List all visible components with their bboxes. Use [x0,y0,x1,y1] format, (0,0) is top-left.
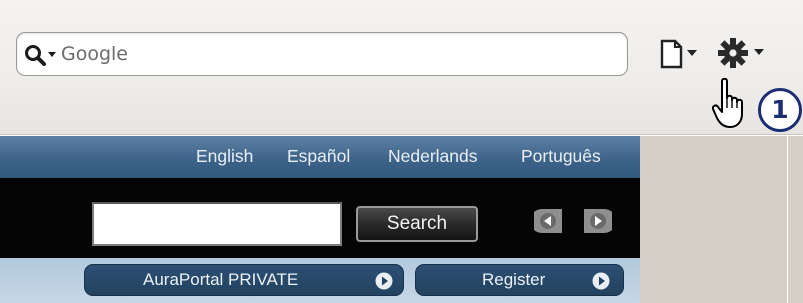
language-link-nederlands[interactable]: Nederlands [388,146,478,167]
register-button[interactable]: Register [415,264,624,296]
play-arrow-icon [375,272,393,290]
language-link-espanol[interactable]: Español [287,146,350,167]
magnifier-dropdown-icon[interactable] [23,43,59,67]
page-dropdown-icon[interactable] [658,37,706,71]
step-callout-badge: 1 [758,88,802,132]
aura-portal-private-label: AuraPortal PRIVATE [143,270,299,289]
panel-divider [787,136,788,303]
language-link-portugues[interactable]: Português [521,146,601,167]
browser-search-input[interactable] [61,41,601,67]
gear-dropdown-icon[interactable] [716,35,772,71]
site-search-input[interactable] [92,202,342,246]
browser-side-panel [640,136,803,303]
web-page: English Español Nederlands Português Sea… [0,136,640,303]
play-arrow-icon [592,272,610,290]
prev-arrow-icon[interactable] [534,208,564,234]
language-bar: English Español Nederlands Português [0,136,640,178]
site-search-button[interactable]: Search [356,206,478,242]
next-arrow-icon[interactable] [582,208,612,234]
register-label: Register [482,270,546,289]
aura-portal-private-button[interactable]: AuraPortal PRIVATE [84,264,404,296]
browser-toolbar: 1 [0,0,803,135]
language-link-english[interactable]: English [196,146,253,167]
browser-search-box[interactable] [16,32,628,76]
hand-pointer-icon [712,78,743,128]
